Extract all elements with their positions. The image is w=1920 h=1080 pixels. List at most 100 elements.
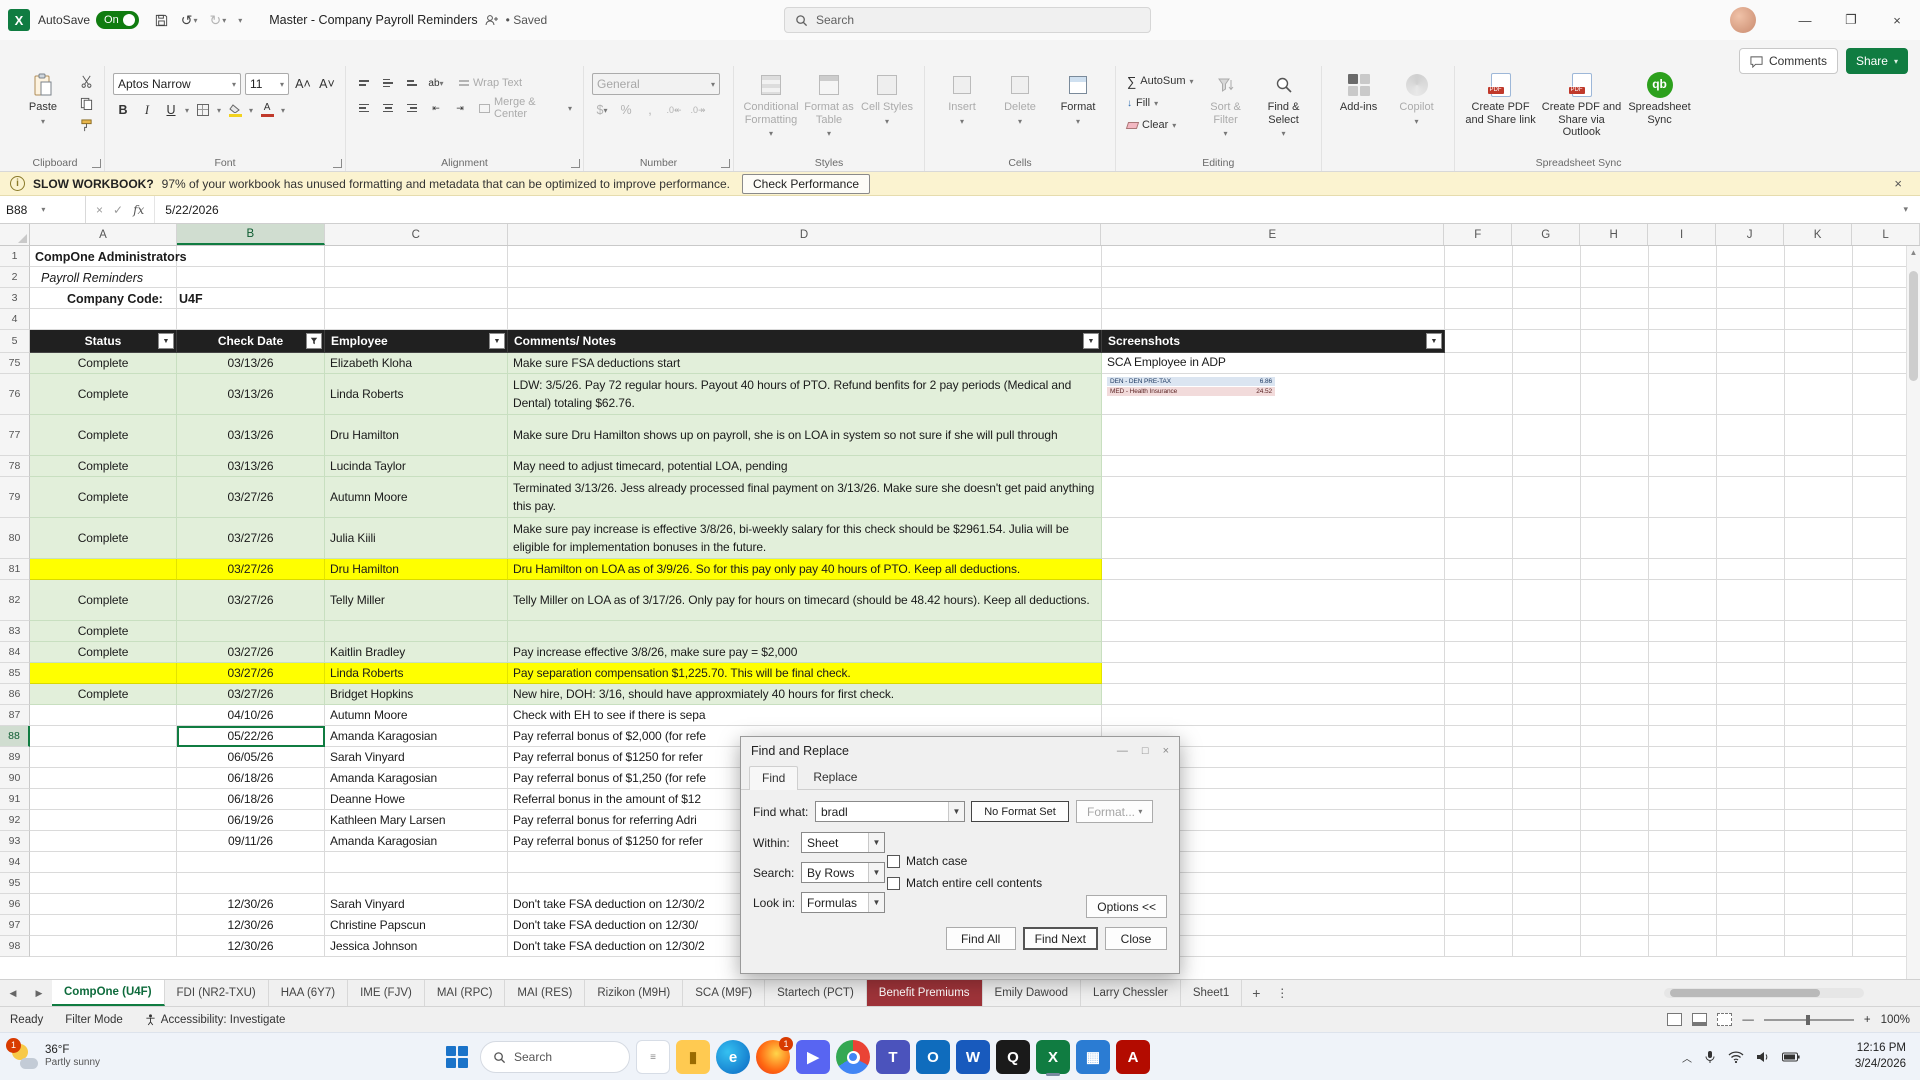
expand-formula-bar-icon[interactable]: ▾ <box>1891 196 1920 223</box>
cell-G96[interactable] <box>1513 894 1581 915</box>
alignment-dialog-launcher[interactable] <box>571 159 580 168</box>
cell-H84[interactable] <box>1581 642 1649 663</box>
cell-C91[interactable]: Deanne Howe <box>325 789 508 810</box>
cell-J98[interactable] <box>1717 936 1785 957</box>
format-painter-icon[interactable] <box>76 116 96 134</box>
tab-scroll-right-icon[interactable]: ▶ <box>26 980 52 1006</box>
cell-C81[interactable]: Dru Hamilton <box>325 559 508 580</box>
match-case-checkbox[interactable]: Match case <box>887 854 1042 868</box>
cell-A92[interactable] <box>30 810 177 831</box>
cell-C92[interactable]: Kathleen Mary Larsen <box>325 810 508 831</box>
cell-A80[interactable]: Complete <box>30 518 177 559</box>
cell-B87[interactable]: 04/10/26 <box>177 705 325 726</box>
normal-view-icon[interactable] <box>1667 1013 1683 1026</box>
cell-A85[interactable] <box>30 663 177 684</box>
cell-H98[interactable] <box>1581 936 1649 957</box>
cell-H83[interactable] <box>1581 621 1649 642</box>
cell-H90[interactable] <box>1581 768 1649 789</box>
tab-replace[interactable]: Replace <box>800 765 870 789</box>
cell-E80[interactable] <box>1102 518 1445 559</box>
cell-I97[interactable] <box>1649 915 1717 936</box>
cell-A91[interactable] <box>30 789 177 810</box>
cell-F97[interactable] <box>1445 915 1513 936</box>
chrome-icon[interactable] <box>836 1040 870 1074</box>
cell-J95[interactable] <box>1717 873 1785 894</box>
cell-J77[interactable] <box>1717 415 1785 456</box>
tab-find[interactable]: Find <box>749 766 799 790</box>
cell-H82[interactable] <box>1581 580 1649 621</box>
header-employee[interactable]: Employee ▼ <box>325 330 508 353</box>
row-header-88[interactable]: 88 <box>0 726 30 747</box>
sheet-tab-ime-fjv[interactable]: IME (FJV) <box>348 980 425 1006</box>
cell-F91[interactable] <box>1445 789 1513 810</box>
autosum-button[interactable]: ∑ AutoSum ▾ <box>1124 71 1197 91</box>
font-size-combo[interactable]: 11 ▾ <box>245 73 289 95</box>
column-header-J[interactable]: J <box>1716 224 1785 245</box>
cell-K81[interactable] <box>1785 559 1853 580</box>
cell-B91[interactable]: 06/18/26 <box>177 789 325 810</box>
cell-K77[interactable] <box>1785 415 1853 456</box>
sheet-tab-larry-chessler[interactable]: Larry Chessler <box>1081 980 1181 1006</box>
horizontal-scroll-thumb[interactable] <box>1670 989 1820 997</box>
cell-I75[interactable] <box>1649 353 1717 374</box>
create-pdf-outlook-button[interactable]: Create PDF and Share via Outlook <box>1539 68 1625 139</box>
row-header-76[interactable]: 76 <box>0 374 30 415</box>
zoom-out-icon[interactable]: — <box>1742 1014 1754 1026</box>
taskbar-clock[interactable]: 12:16 PM 3/24/2026 <box>1855 1033 1906 1080</box>
cell-F87[interactable] <box>1445 705 1513 726</box>
cell-I76[interactable] <box>1649 374 1717 415</box>
cell-E78[interactable] <box>1102 456 1445 477</box>
column-header-I[interactable]: I <box>1648 224 1717 245</box>
cell-C82[interactable]: Telly Miller <box>325 580 508 621</box>
column-header-K[interactable]: K <box>1784 224 1853 245</box>
cell-K87[interactable] <box>1785 705 1853 726</box>
cell-I80[interactable] <box>1649 518 1717 559</box>
find-select-button[interactable]: Find & Select ▾ <box>1255 68 1313 138</box>
cell-G89[interactable] <box>1513 747 1581 768</box>
row-header-79[interactable]: 79 <box>0 477 30 518</box>
cell-F98[interactable] <box>1445 936 1513 957</box>
cell-J97[interactable] <box>1717 915 1785 936</box>
cell-I86[interactable] <box>1649 684 1717 705</box>
sheet-tab-haa-6y7[interactable]: HAA (6Y7) <box>269 980 349 1006</box>
cell-K98[interactable] <box>1785 936 1853 957</box>
cell-C97[interactable]: Christine Papscun <box>325 915 508 936</box>
cell-K86[interactable] <box>1785 684 1853 705</box>
search-input[interactable]: Search <box>784 7 1151 33</box>
cell-G77[interactable] <box>1513 415 1581 456</box>
cell-I93[interactable] <box>1649 831 1717 852</box>
vertical-scroll-thumb[interactable] <box>1909 271 1918 381</box>
column-header-C[interactable]: C <box>325 224 508 245</box>
cell-A78[interactable]: Complete <box>30 456 177 477</box>
cell-B79[interactable]: 03/27/26 <box>177 477 325 518</box>
cell-G94[interactable] <box>1513 852 1581 873</box>
cell-F95[interactable] <box>1445 873 1513 894</box>
cell-G76[interactable] <box>1513 374 1581 415</box>
cell-J85[interactable] <box>1717 663 1785 684</box>
row-header-94[interactable]: 94 <box>0 852 30 873</box>
cell-D82[interactable]: Telly Miller on LOA as of 3/17/26. Only … <box>508 580 1102 621</box>
cell-F81[interactable] <box>1445 559 1513 580</box>
cell-F77[interactable] <box>1445 415 1513 456</box>
cell-D79[interactable]: Terminated 3/13/26. Jess already process… <box>508 477 1102 518</box>
row-header-3[interactable]: 3 <box>0 288 30 309</box>
cell-A98[interactable] <box>30 936 177 957</box>
cell-B85[interactable]: 03/27/26 <box>177 663 325 684</box>
column-header-E[interactable]: E <box>1101 224 1445 245</box>
cell-K94[interactable] <box>1785 852 1853 873</box>
cell-F76[interactable] <box>1445 374 1513 415</box>
spreadsheet-sync-app-icon[interactable]: ▦ <box>1076 1040 1110 1074</box>
cell-J84[interactable] <box>1717 642 1785 663</box>
cell-B84[interactable]: 03/27/26 <box>177 642 325 663</box>
cell-B80[interactable]: 03/27/26 <box>177 518 325 559</box>
cell-C98[interactable]: Jessica Johnson <box>325 936 508 957</box>
cell-D83[interactable] <box>508 621 1102 642</box>
cell-C79[interactable]: Autumn Moore <box>325 477 508 518</box>
cell-H77[interactable] <box>1581 415 1649 456</box>
cell-G92[interactable] <box>1513 810 1581 831</box>
cell-C86[interactable]: Bridget Hopkins <box>325 684 508 705</box>
cell-C75[interactable]: Elizabeth Kloha <box>325 353 508 374</box>
cell-D76[interactable]: LDW: 3/5/26. Pay 72 regular hours. Payou… <box>508 374 1102 415</box>
cell-C93[interactable]: Amanda Karagosian <box>325 831 508 852</box>
cell-A76[interactable]: Complete <box>30 374 177 415</box>
